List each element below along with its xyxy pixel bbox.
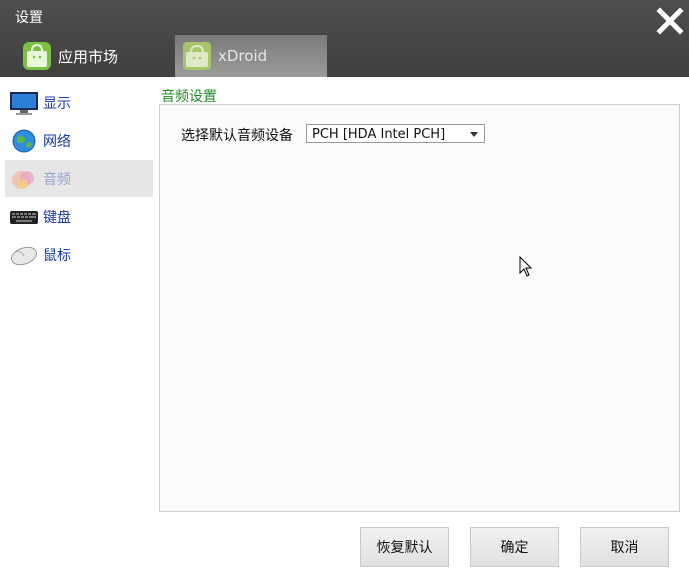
monitor-icon (10, 91, 38, 115)
settings-panel: 选择默认音频设备 PCH [HDA Intel PCH] (159, 104, 680, 512)
sidebar-item-network[interactable]: 网络 (5, 122, 153, 159)
cancel-button[interactable]: 取消 (580, 527, 669, 567)
sidebar-item-label: 显示 (43, 95, 71, 112)
sidebar-item-keyboard[interactable]: 键盘 (5, 198, 153, 235)
sidebar-item-label: 鼠标 (43, 247, 71, 264)
globe-icon (12, 129, 36, 152)
close-button[interactable] (655, 6, 685, 36)
tab-label: 应用市场 (58, 47, 119, 66)
sidebar-item-mouse[interactable]: 鼠标 (5, 236, 153, 273)
tab-label: xDroid (218, 47, 268, 65)
sidebar-item-label: 键盘 (43, 209, 71, 226)
audio-device-select[interactable]: PCH [HDA Intel PCH] (306, 124, 485, 143)
close-x-icon (656, 7, 684, 35)
tab-app-market[interactable]: 应用市场 (15, 35, 165, 77)
mouse-icon (10, 246, 38, 265)
audio-device-value: PCH [HDA Intel PCH] (312, 127, 446, 142)
restore-defaults-button[interactable]: 恢复默认 (360, 527, 449, 567)
dropdown-arrow-icon (470, 132, 478, 137)
keyboard-icon (10, 210, 38, 224)
title-bar: 设置 应用市场 xDroid (0, 0, 689, 77)
sidebar-item-label: 音频 (43, 171, 71, 188)
device-label: 选择默认音频设备 (181, 128, 293, 144)
window-title: 设置 (15, 10, 43, 26)
sidebar-item-label: 网络 (43, 133, 71, 150)
tab-xdroid[interactable]: xDroid (175, 35, 327, 77)
mouse-pointer-icon (519, 256, 533, 277)
audio-icon (12, 170, 34, 189)
sidebar-item-display[interactable]: 显示 (5, 84, 153, 121)
android-bag-icon (183, 42, 211, 70)
ok-button[interactable]: 确定 (470, 527, 559, 567)
sidebar-item-audio[interactable]: 音频 (5, 160, 153, 197)
audio-settings-section: 音频设置 选择默认音频设备 PCH [HDA Intel PCH] (159, 87, 680, 512)
android-bag-icon (23, 42, 51, 70)
sidebar: 显示 网络 音频 键盘 鼠标 (0, 77, 155, 586)
